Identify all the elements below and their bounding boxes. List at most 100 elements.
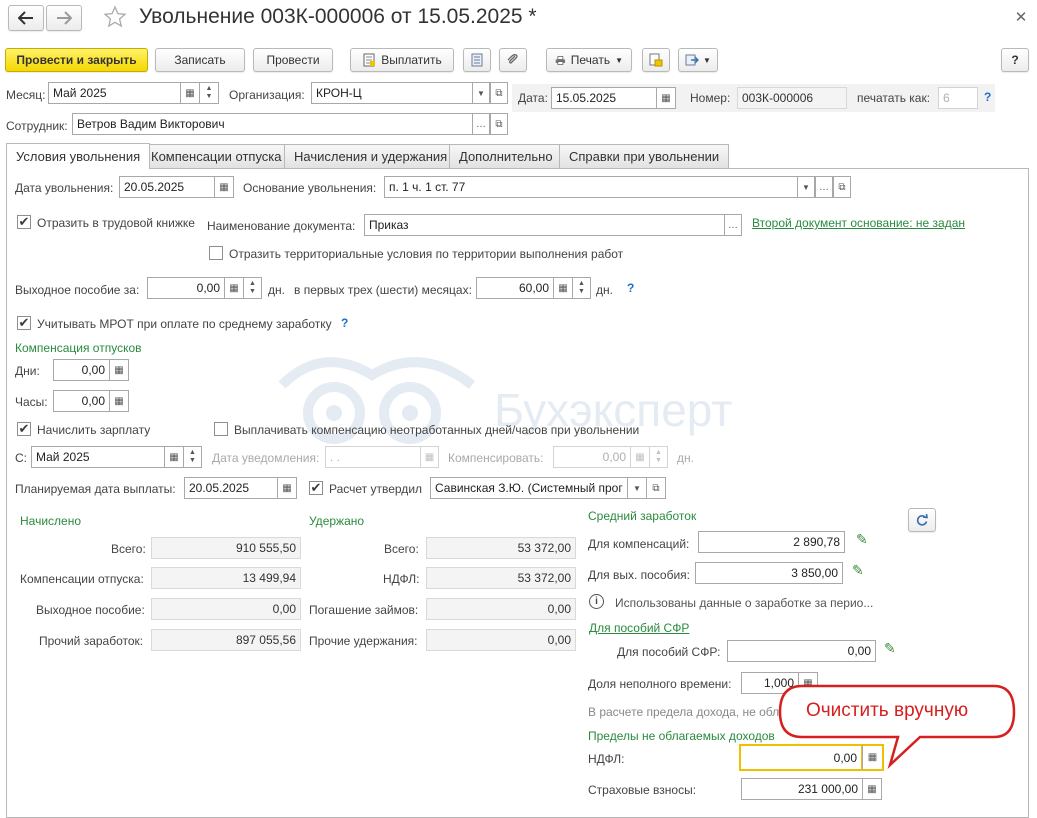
severance-days-unit: дн. [268,283,285,297]
labor-book-label: Отразить в трудовой книжке [37,216,195,230]
planned-pay-date-calendar-button[interactable]: ▦ [277,477,297,499]
calc-approved-label: Расчет утвердил [329,482,423,496]
sfr-benefits-label: Для пособий СФР: [617,645,721,659]
withheld-ndfl-field: 53 372,00 [426,567,576,589]
mrot-label: Учитывать МРОТ при оплате по среднему за… [37,317,332,331]
average-compensation-label: Для компенсаций: [588,537,690,551]
from-calendar-button[interactable]: ▦ [164,446,184,468]
accrued-vacation-label: Компенсации отпуска: [20,572,144,586]
part-time-label: Доля неполного времени: [588,677,732,691]
dismissal-basis-select-button[interactable]: … [815,176,833,198]
first-months-spin-button[interactable]: ▲ ▼ [572,277,591,299]
planned-pay-date-field[interactable]: 20.05.2025 [184,477,278,499]
calc-approved-checkbox[interactable]: ✔ [309,481,323,495]
calc-approved-dropdown[interactable]: ▼ [627,477,647,499]
calendar-icon: ▦ [424,451,435,463]
compensate-field[interactable]: 0,00 [553,446,631,468]
limit-insurance-calc-button[interactable]: ▦ [862,778,882,800]
calculator-icon: ▦ [558,282,568,294]
vacation-hours-calc-button[interactable]: ▦ [109,390,129,412]
from-spin-button[interactable]: ▲ ▼ [183,446,202,468]
limit-insurance-field[interactable]: 231 000,00 [741,778,863,800]
vacation-days-calc-button[interactable]: ▦ [109,359,129,381]
non-taxable-limits-title: Пределы не облагаемых доходов [588,729,775,743]
calendar-icon: ▦ [169,451,179,463]
calc-approved-field[interactable]: Савинская З.Ю. (Системный прог [430,477,628,499]
watermark: Бухэксперт [262,345,782,455]
withheld-total-label: Всего: [384,542,419,556]
info-icon: i [589,594,604,609]
calculator-icon: ▦ [229,282,239,294]
dismissal-basis-dropdown[interactable]: ▼ [797,176,815,198]
sfr-benefits-link[interactable]: Для пособий СФР [589,621,689,635]
average-earnings-title: Средний заработок [588,509,697,523]
accrued-total-label: Всего: [111,542,146,556]
first-months-label: в первых трех (шести) месяцах: [294,283,472,297]
accrued-title: Начислено [20,514,82,528]
second-document-link[interactable]: Второй документ основание: не задан [752,216,965,230]
refresh-button[interactable] [908,508,936,532]
from-month-field[interactable]: Май 2025 [31,446,165,468]
chevron-down-icon: ▼ [802,182,810,192]
first-months-field[interactable]: 60,00 [476,277,554,299]
dismissal-date-field[interactable]: 20.05.2025 [119,176,215,198]
severance-days-field[interactable]: 0,00 [147,277,225,299]
calendar-icon: ▦ [282,482,292,494]
accrued-severance-label: Выходное пособие: [36,603,145,617]
pay-compensation-label: Выплачивать компенсацию неотработанных д… [234,423,640,437]
calculator-icon: ▦ [867,783,877,795]
checkmark-icon: ✔ [18,214,30,229]
compensate-calc-button[interactable]: ▦ [630,446,650,468]
mrot-checkbox[interactable]: ✔ [17,316,31,330]
accrued-vacation-field: 13 499,94 [151,567,301,589]
limit-insurance-label: Страховые взносы: [588,783,697,797]
vacation-days-label: Дни: [15,364,40,378]
checkmark-icon: ✔ [18,421,30,436]
calculator-icon: ▦ [114,364,124,376]
accrue-salary-checkbox[interactable]: ✔ [17,422,31,436]
average-severance-label: Для вых. пособия: [588,568,691,582]
edit-severance-pencil-icon[interactable]: ✎ [852,562,864,579]
accrued-severance-field: 0,00 [151,598,301,620]
planned-pay-date-label: Планируемая дата выплаты: [15,482,176,496]
mrot-help-icon[interactable]: ? [341,316,348,330]
territorial-label: Отразить территориальные условия по терр… [229,247,624,261]
from-label: С: [15,451,27,465]
document-name-label: Наименование документа: [207,219,356,233]
accrued-total-field: 910 555,50 [151,537,301,559]
severance-spin-button[interactable]: ▲ ▼ [243,277,262,299]
severance-calc-button[interactable]: ▦ [224,277,244,299]
document-name-select-button[interactable]: … [724,214,742,236]
vacation-hours-field[interactable]: 0,00 [53,390,110,412]
earnings-info-text: Использованы данные о заработке за перио… [615,596,874,610]
withheld-total-field: 53 372,00 [426,537,576,559]
average-severance-field[interactable]: 3 850,00 [695,562,843,584]
calculator-icon: ▦ [114,395,124,407]
notice-date-calendar-button[interactable]: ▦ [420,446,439,468]
help-icon[interactable]: ? [627,281,634,295]
dismissal-basis-field[interactable]: п. 1 ч. 1 ст. 77 [384,176,798,198]
vacation-days-field[interactable]: 0,00 [53,359,110,381]
first-months-days-unit: дн. [596,283,613,297]
dismissal-date-calendar-button[interactable]: ▦ [214,176,234,198]
checkmark-icon: ✔ [310,480,322,495]
sfr-benefits-field[interactable]: 0,00 [727,640,876,662]
open-icon: ⧉ [838,181,846,193]
callout-bubble [778,684,1016,769]
dismissal-basis-open-button[interactable]: ⧉ [833,176,851,198]
first-months-calc-button[interactable]: ▦ [553,277,573,299]
average-compensation-field[interactable]: 2 890,78 [698,531,845,553]
pay-compensation-checkbox[interactable] [214,422,228,436]
withheld-ndfl-label: НДФЛ: [383,572,420,586]
territorial-checkbox[interactable] [209,246,223,260]
vacation-hours-label: Часы: [15,395,48,409]
labor-book-checkbox[interactable]: ✔ [17,215,31,229]
edit-compensation-pencil-icon[interactable]: ✎ [856,531,868,548]
accrued-other-label: Прочий заработок: [39,634,144,648]
calc-approved-open-button[interactable]: ⧉ [646,477,666,499]
notice-date-field[interactable]: . . [325,446,421,468]
compensate-spin-button[interactable]: ▲ ▼ [649,446,668,468]
edit-sfr-pencil-icon[interactable]: ✎ [884,640,896,657]
document-name-field[interactable]: Приказ [364,214,725,236]
notice-date-label: Дата уведомления: [212,451,320,465]
